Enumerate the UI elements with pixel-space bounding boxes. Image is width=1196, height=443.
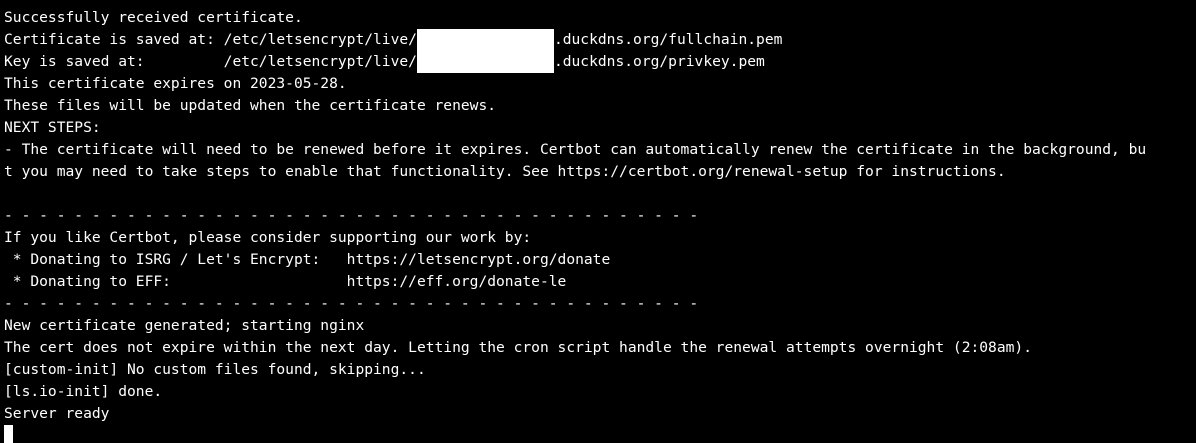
terminal-line: [custom-init] No custom files found, ski… bbox=[4, 361, 426, 378]
prompt-line[interactable] bbox=[4, 425, 1196, 443]
terminal-line: These files will be updated when the cer… bbox=[4, 97, 497, 114]
terminal-window[interactable]: Successfully received certificate. Certi… bbox=[0, 0, 1196, 443]
terminal-line: * Donating to EFF: https://eff.org/donat… bbox=[4, 273, 567, 290]
terminal-line: Server ready bbox=[4, 405, 110, 422]
terminal-text: .duckdns.org/privkey.pem bbox=[553, 53, 765, 70]
terminal-line: New certificate generated; starting ngin… bbox=[4, 317, 365, 334]
terminal-line: [ls.io-init] done. bbox=[4, 383, 163, 400]
terminal-line: NEXT STEPS: bbox=[4, 119, 101, 136]
terminal-line: Successfully received certificate. bbox=[4, 9, 303, 26]
separator-line: - - - - - - - - - - - - - - - - - - - - … bbox=[4, 207, 699, 224]
separator-line: - - - - - - - - - - - - - - - - - - - - … bbox=[4, 295, 699, 312]
redaction-box bbox=[416, 29, 554, 51]
redaction-box bbox=[416, 51, 554, 73]
terminal-line: t you may need to take steps to enable t… bbox=[4, 163, 1006, 180]
terminal-cursor[interactable] bbox=[4, 425, 13, 443]
terminal-line: Key is saved at: /etc/letsencrypt/live/.… bbox=[4, 51, 1196, 73]
terminal-text: Key is saved at: /etc/letsencrypt/live/ bbox=[4, 53, 417, 70]
terminal-text: .duckdns.org/fullchain.pem bbox=[553, 31, 783, 48]
terminal-text: Certificate is saved at: /etc/letsencryp… bbox=[4, 31, 417, 48]
terminal-line: * Donating to ISRG / Let's Encrypt: http… bbox=[4, 251, 611, 268]
terminal-line: If you like Certbot, please consider sup… bbox=[4, 229, 532, 246]
terminal-line: This certificate expires on 2023-05-28. bbox=[4, 75, 347, 92]
terminal-line: The cert does not expire within the next… bbox=[4, 339, 1032, 356]
terminal-line: Certificate is saved at: /etc/letsencryp… bbox=[4, 29, 1196, 51]
terminal-line: - The certificate will need to be renewe… bbox=[4, 141, 1147, 158]
